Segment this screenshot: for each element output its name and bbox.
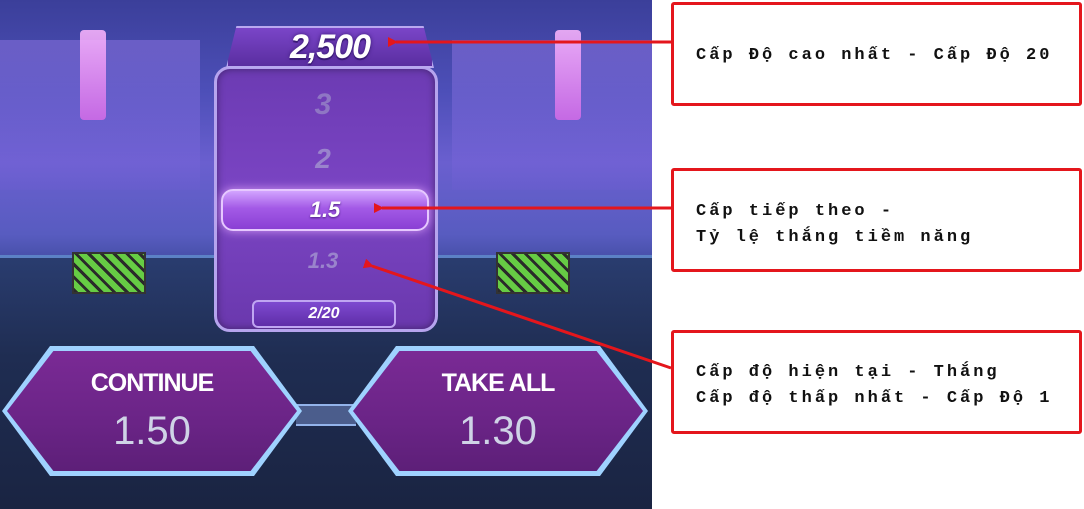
top-multiplier: 2,500: [289, 27, 371, 66]
continue-button-value: 1.50: [113, 409, 191, 453]
stage-truss-right: [496, 252, 570, 294]
callout-next-level-line1: Cấp tiếp theo -: [696, 202, 895, 221]
continue-button[interactable]: CONTINUE 1.50: [2, 346, 302, 476]
continue-button-face[interactable]: CONTINUE 1.50: [7, 351, 297, 471]
continue-button-label: CONTINUE: [90, 369, 215, 397]
top-multiplier-banner: 2,500: [226, 26, 434, 68]
ladder-level-3: 3: [314, 88, 332, 121]
take-all-button-face[interactable]: TAKE ALL 1.30: [353, 351, 643, 471]
level-counter: 2/20: [252, 300, 396, 328]
next-level-multiplier: 1.5: [309, 197, 341, 222]
ladder-level-2: 2: [315, 143, 331, 174]
take-all-button-label: TAKE ALL: [441, 369, 556, 397]
callout-next-level: Cấp tiếp theo - Tỷ lệ thắng tiềm năng: [671, 168, 1082, 272]
take-all-button-value: 1.30: [459, 409, 537, 453]
button-connector: [296, 404, 356, 426]
callout-top-level: Cấp Độ cao nhất - Cấp Độ 20: [671, 2, 1082, 106]
callout-top-level-text: Cấp Độ cao nhất - Cấp Độ 20: [696, 46, 1053, 65]
callout-current-level-line2: Cấp độ thấp nhất - Cấp Độ 1: [696, 389, 1053, 408]
callout-next-level-line2: Tỷ lệ thắng tiềm năng: [696, 228, 974, 247]
next-level-highlight: 1.5: [221, 189, 429, 231]
stage-truss-left: [72, 252, 146, 294]
take-all-button[interactable]: TAKE ALL 1.30: [348, 346, 648, 476]
game-screen: 2,500 3 2 1.5 1.3 2/20 CONTINUE 1.50 TAK…: [0, 0, 652, 509]
current-level-multiplier: 1.3: [307, 248, 339, 273]
level-counter-text: 2/20: [308, 305, 340, 322]
callout-current-level: Cấp độ hiện tại - Thắng Cấp độ thấp nhất…: [671, 330, 1082, 434]
callout-current-level-line1: Cấp độ hiện tại - Thắng: [696, 363, 1000, 382]
